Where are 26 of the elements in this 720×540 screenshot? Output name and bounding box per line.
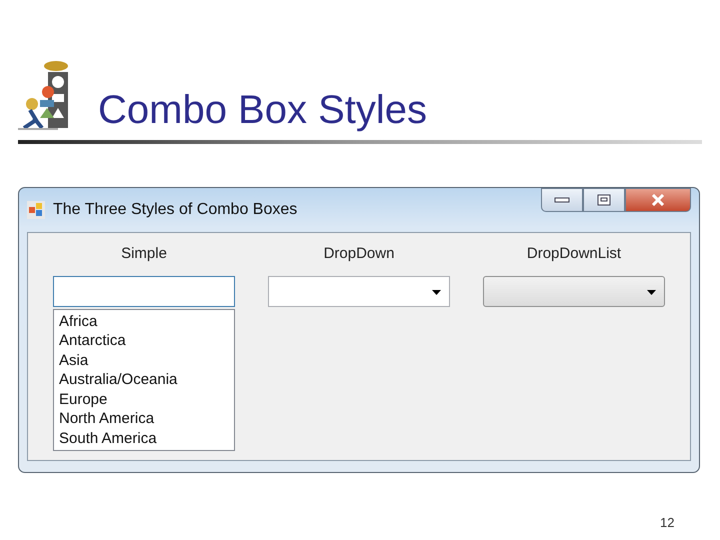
list-item[interactable]: South America — [59, 428, 229, 448]
list-item[interactable]: Europe — [59, 390, 229, 409]
text-field[interactable] — [53, 276, 235, 306]
list-item[interactable]: Australia/Oceania — [59, 370, 229, 390]
close-button[interactable] — [625, 188, 691, 212]
maximize-button[interactable] — [583, 188, 625, 212]
dropdown-list[interactable] — [483, 276, 665, 306]
minimize-icon — [554, 197, 570, 203]
close-icon — [651, 194, 665, 206]
caret-icon — [647, 290, 656, 294]
maximize-icon — [597, 194, 611, 206]
list-item[interactable]: North America — [59, 409, 229, 428]
minimize-button[interactable] — [541, 188, 583, 212]
page-number: 12 — [660, 514, 674, 532]
dropdown-field[interactable] — [268, 276, 450, 306]
window-title: The Three Styles of Combo Boxes — [53, 200, 298, 220]
combo-label: DropDownList — [526, 244, 622, 264]
list-item[interactable]: Africa — [59, 312, 229, 331]
combo-label: DropDown — [322, 244, 396, 264]
app-icon — [27, 201, 45, 219]
list-box[interactable]: Africa Antarctica Asia Australia/Oceania Europe North America South America — [53, 308, 235, 450]
list-item[interactable]: Antarctica — [59, 331, 229, 350]
list-item[interactable]: Asia — [59, 350, 229, 370]
slide-title: Combo Box Styles — [98, 90, 428, 130]
caret-icon — [432, 290, 441, 294]
combo-label: Simple — [120, 244, 168, 264]
